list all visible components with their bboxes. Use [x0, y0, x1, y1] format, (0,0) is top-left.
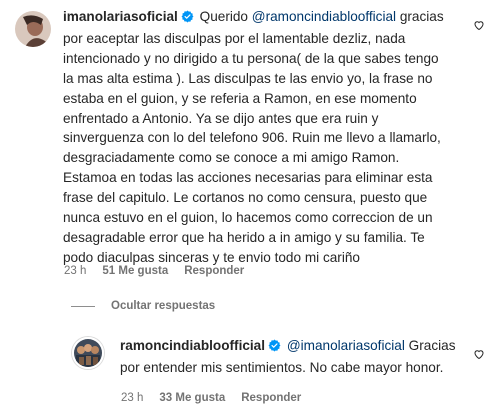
- comment-line: por eaceptar las disculpas por el lament…: [63, 30, 406, 46]
- heart-outline-icon[interactable]: [473, 347, 485, 365]
- verified-badge-icon: [181, 9, 194, 29]
- comment-time[interactable]: 23 h: [64, 265, 86, 277]
- hide-replies-button[interactable]: Ocultar respuestas: [71, 300, 215, 312]
- hide-replies-label: Ocultar respuestas: [111, 300, 216, 312]
- comment-line: sinverguenza con lo del telefono 906. Ru…: [63, 130, 441, 146]
- comment-line: Estamoa en todas las acciones necesarias…: [63, 170, 433, 186]
- comment-line: nunca estuvo en el guion, lo hacemos com…: [63, 210, 433, 226]
- reply-body: ramoncindiabloofficial @imanolariasofici…: [120, 336, 465, 378]
- reply-username[interactable]: ramoncindiabloofficial: [120, 338, 265, 353]
- comment-username[interactable]: imanolariasoficial: [63, 9, 178, 24]
- comment-line: la mas alta estima ). Las disculpas te l…: [63, 70, 433, 86]
- likes-count-button[interactable]: 33 Me gusta: [159, 392, 225, 404]
- comment-meta: 23 h 51 Me gusta Responder: [64, 265, 244, 277]
- heart-outline-icon[interactable]: [473, 18, 485, 36]
- comment-line: intencionado y no dirigido a tu persona(…: [63, 50, 439, 66]
- avatar-ramoncindiabloofficial[interactable]: [72, 337, 104, 369]
- comment-line: desgraciadamente como se conoce a mi ami…: [63, 150, 400, 166]
- comment-line: gracias: [399, 9, 444, 24]
- comment-first-word: Querido: [199, 9, 248, 24]
- likes-count-button[interactable]: 51 Me gusta: [102, 265, 168, 277]
- reply-button[interactable]: Responder: [241, 392, 301, 404]
- reply-line: Gracias: [408, 338, 456, 353]
- mention-link[interactable]: @ramoncindiabloofficial: [252, 9, 396, 24]
- reply-line: por entender mis sentimientos. No cabe m…: [120, 359, 444, 375]
- comment-line: frase del capitulo. Le cortanos no como …: [63, 190, 428, 206]
- comment-body: imanolariasoficial Querido @ramoncindiab…: [63, 7, 483, 268]
- avatar-image: [15, 11, 51, 47]
- comment-line: podo diaculpas sinceras y te envio todo …: [63, 249, 360, 265]
- mention-link[interactable]: @imanolariasoficial: [287, 338, 405, 353]
- comment-ramoncindiabloofficial: ramoncindiabloofficial @imanolariasofici…: [0, 330, 499, 411]
- reply-time[interactable]: 23 h: [121, 392, 143, 404]
- avatar-image: [74, 339, 102, 367]
- comment-line: desagradable error que ha herido a in am…: [63, 229, 425, 245]
- comment-imanolariasoficial: imanolariasoficial Querido @ramoncindiab…: [0, 0, 499, 290]
- comment-line: estaba en el guion, y se referia a Ramon…: [63, 90, 417, 106]
- reply-button[interactable]: Responder: [184, 265, 244, 277]
- verified-badge-icon: [268, 338, 281, 358]
- avatar-imanolariasoficial[interactable]: [15, 11, 51, 47]
- divider-line: [71, 305, 95, 307]
- reply-meta: 23 h 33 Me gusta Responder: [121, 392, 301, 404]
- comment-line: enfrentado a Antonio. Ya se dijo antes q…: [63, 110, 379, 126]
